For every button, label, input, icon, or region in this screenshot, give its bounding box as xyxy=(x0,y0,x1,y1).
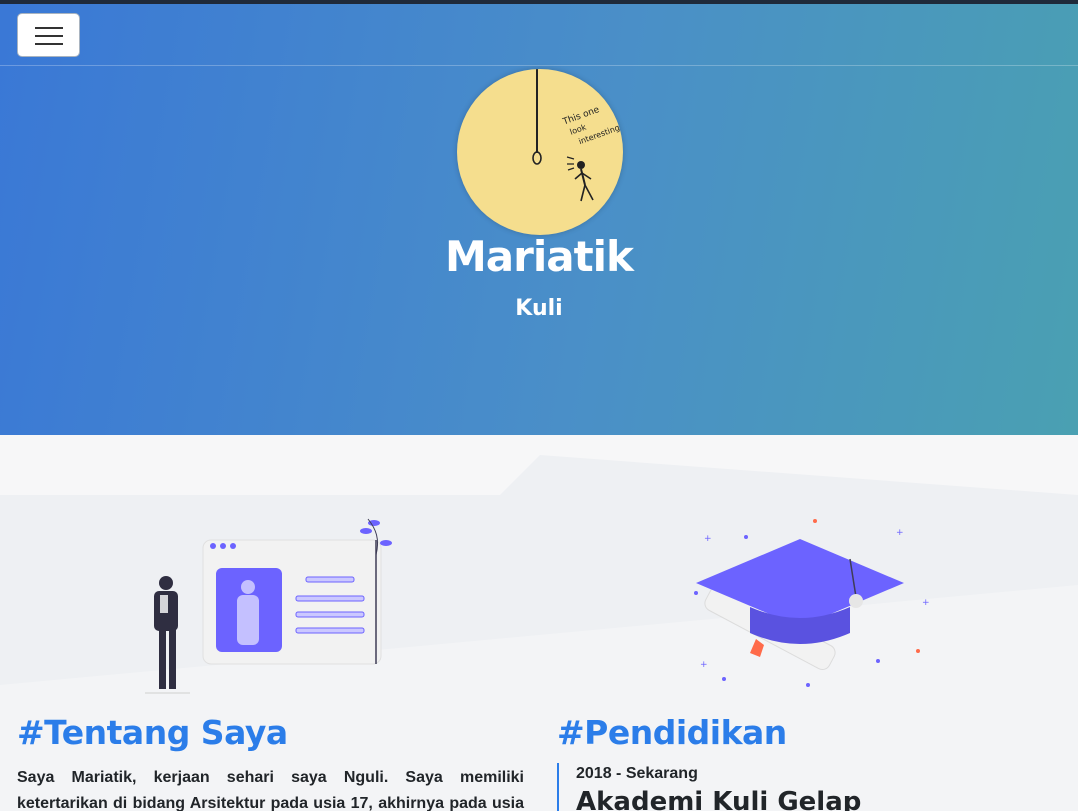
menu-toggle-button[interactable] xyxy=(17,13,80,57)
svg-text:+: + xyxy=(922,598,930,608)
education-period: 2018 - Sekarang xyxy=(576,765,698,782)
about-illustration xyxy=(140,515,400,700)
about-paragraph: Saya Mariatik, kerjaan sehari saya Nguli… xyxy=(17,769,524,811)
education-section-title: #Pendidikan xyxy=(557,713,787,752)
education-illustration: + + + + xyxy=(690,515,940,700)
profile-avatar: This one look interesting xyxy=(457,69,623,235)
navbar xyxy=(0,4,1078,66)
svg-text:+: + xyxy=(896,528,904,538)
timeline-line xyxy=(557,763,559,811)
about-section-title: #Tentang Saya xyxy=(17,713,288,752)
profile-name: Mariatik xyxy=(445,232,634,281)
svg-text:+: + xyxy=(704,534,712,544)
svg-text:+: + xyxy=(700,660,708,670)
content-section: + + + + #Tentang Saya #Pendidikan Saya M… xyxy=(0,435,1078,811)
education-school: Akademi Kuli Gelap xyxy=(576,787,862,811)
hero-section: This one look interesting Mariatik Kuli xyxy=(0,4,1078,435)
profile-role: Kuli xyxy=(515,296,563,321)
